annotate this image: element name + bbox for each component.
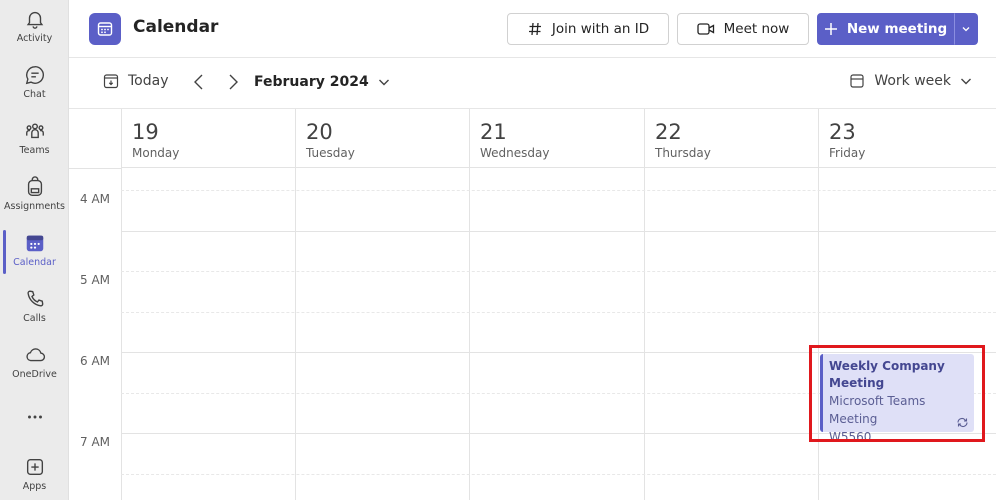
rail-item-calendar[interactable]: Calendar (0, 226, 69, 280)
day-name: Wednesday (480, 146, 550, 160)
day-header: 21 Wednesday (470, 109, 644, 168)
rail-label: Calls (23, 313, 46, 324)
day-number: 22 (655, 120, 682, 144)
chat-icon (25, 66, 44, 85)
previous-week-button[interactable] (191, 73, 207, 95)
rail-item-teams[interactable]: Teams (0, 114, 69, 168)
day-number: 19 (132, 120, 159, 144)
calendar-header: Calendar Join with an ID Meet now New me… (69, 0, 996, 58)
day-header: 22 Thursday (645, 109, 818, 168)
new-meeting-button[interactable]: New meeting (817, 13, 954, 45)
time-label-5am: 5 AM (80, 273, 111, 287)
day-number: 23 (829, 120, 856, 144)
day-column-monday[interactable]: 19 Monday (121, 109, 295, 500)
meet-now-label: Meet now (723, 21, 790, 37)
video-icon (696, 23, 714, 35)
app-rail: Activity Chat Teams Assignments Calendar… (0, 0, 69, 500)
calendar-view-icon (850, 74, 864, 88)
rail-item-activity[interactable]: Activity (0, 2, 69, 56)
rail-item-calls[interactable]: Calls (0, 282, 69, 336)
day-header: 23 Friday (819, 109, 996, 168)
hash-icon (528, 22, 541, 36)
teams-icon (25, 123, 44, 139)
today-label: Today (128, 73, 169, 89)
plus-icon (824, 23, 837, 35)
month-label: February 2024 (254, 74, 369, 90)
more-icon (27, 415, 42, 419)
add-apps-icon (26, 458, 43, 476)
new-meeting-label: New meeting (846, 21, 948, 37)
page-title: Calendar (133, 17, 219, 37)
day-name: Thursday (655, 146, 711, 160)
cloud-icon (25, 348, 45, 362)
rail-label: Teams (19, 145, 50, 156)
chevron-left-icon (194, 74, 203, 90)
calendar-toolbar: Today February 2024 Work week (69, 58, 996, 109)
chevron-right-icon (229, 74, 238, 90)
rail-label: OneDrive (12, 369, 57, 380)
next-week-button[interactable] (225, 73, 241, 95)
bell-icon (26, 11, 43, 29)
rail-item-chat[interactable]: Chat (0, 58, 69, 112)
month-picker[interactable]: February 2024 (254, 74, 390, 90)
calendar-event-weekly-company-meeting[interactable]: Weekly Company Meeting Microsoft Teams M… (820, 354, 974, 444)
phone-icon (26, 290, 43, 307)
event-title: Weekly Company Meeting (829, 359, 945, 390)
rail-label: Calendar (13, 257, 56, 268)
day-number: 21 (480, 120, 507, 144)
day-header: 19 Monday (122, 109, 295, 168)
event-room: W5560 (829, 430, 872, 444)
chevron-down-icon (961, 78, 971, 85)
rail-label: Chat (23, 89, 46, 100)
rail-item-assignments[interactable]: Assignments (0, 170, 69, 224)
day-number: 20 (306, 120, 333, 144)
join-with-id-label: Join with an ID (551, 21, 650, 37)
rail-item-more[interactable] (0, 400, 69, 454)
rail-label: Assignments (4, 201, 65, 212)
day-name: Tuesday (306, 146, 355, 160)
rail-item-apps[interactable]: Apps (0, 450, 69, 500)
time-label-4am: 4 AM (80, 192, 111, 206)
day-name: Friday (829, 146, 866, 160)
recurring-icon (957, 418, 968, 427)
today-button[interactable]: Today (103, 73, 169, 89)
day-name: Monday (132, 146, 180, 160)
day-header: 20 Tuesday (296, 109, 469, 168)
rail-label: Apps (22, 481, 47, 492)
event-location: Microsoft Teams Meeting (829, 394, 926, 426)
chevron-down-icon (962, 27, 970, 32)
rail-item-onedrive[interactable]: OneDrive (0, 338, 69, 392)
day-column-tuesday[interactable]: 20 Tuesday (295, 109, 469, 500)
meet-now-button[interactable]: Meet now (677, 13, 809, 45)
calendar-app-icon (89, 13, 121, 45)
calendar-today-icon (103, 74, 119, 89)
view-switcher[interactable]: Work week (849, 73, 972, 89)
time-label-6am: 6 AM (80, 354, 111, 368)
day-column-wednesday[interactable]: 21 Wednesday (469, 109, 644, 500)
new-meeting-dropdown-button[interactable] (954, 13, 978, 45)
join-with-id-button[interactable]: Join with an ID (507, 13, 669, 45)
day-column-thursday[interactable]: 22 Thursday (644, 109, 818, 500)
time-label-7am: 7 AM (80, 435, 111, 449)
calendar-icon (26, 235, 43, 252)
view-label: Work week (874, 73, 951, 89)
rail-label: Activity (16, 33, 53, 44)
backpack-icon (27, 176, 42, 196)
chevron-down-icon (378, 79, 389, 86)
